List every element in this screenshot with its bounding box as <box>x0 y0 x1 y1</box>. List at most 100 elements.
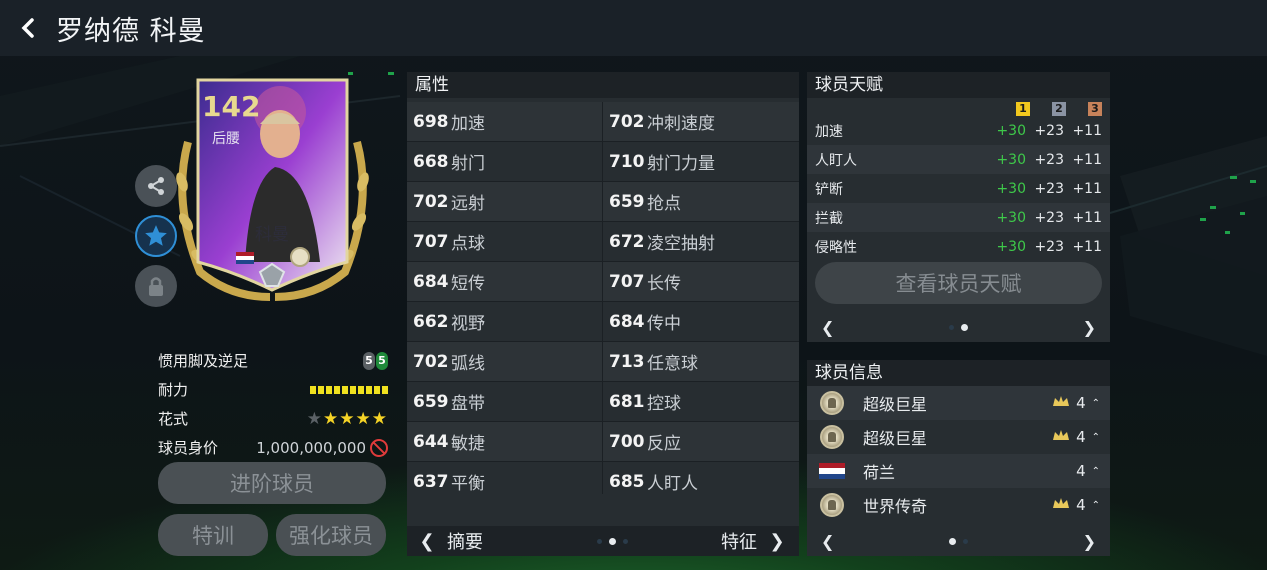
info-level: 4 ⌃ <box>1046 428 1100 446</box>
attribute-row: 637 平衡 685 人盯人 <box>407 462 799 494</box>
attribute-name: 平衡 <box>451 474 485 494</box>
stamina-label: 耐力 <box>158 381 189 399</box>
talent-row: 铲断 +30 +23 +11 <box>807 174 1110 203</box>
stamina-segment <box>366 385 372 394</box>
talent-bonus: +23 <box>1034 209 1064 226</box>
level-up-icon: ⌃ <box>1091 397 1100 409</box>
attribute-value: 659 <box>413 391 449 412</box>
talent-bonus: +23 <box>1034 122 1064 139</box>
attribute-name: 反应 <box>647 434 681 454</box>
weak-foot-badge: 5 5 <box>363 351 388 370</box>
info-row[interactable]: 超级巨星 4 ⌃ <box>807 420 1110 454</box>
talent-bonus: +11 <box>1072 151 1102 168</box>
attribute-cell: 684 短传 <box>407 262 603 301</box>
attribute-name: 弧线 <box>451 354 485 374</box>
attribute-value: 702 <box>413 191 449 212</box>
stamina-segment <box>382 385 388 394</box>
attribute-name: 敏捷 <box>451 434 485 454</box>
info-row[interactable]: 荷兰 4 ⌃ <box>807 454 1110 488</box>
page-dots <box>597 537 687 545</box>
attribute-value: 668 <box>413 151 449 172</box>
attribute-name: 点球 <box>451 234 485 254</box>
talent-name: 铲断 <box>815 181 843 198</box>
info-level: 4 ⌃ <box>1046 394 1100 412</box>
attribute-value: 713 <box>609 351 645 372</box>
netherlands-flag <box>817 463 847 479</box>
talent-row: 侵略性 +30 +23 +11 <box>807 232 1110 261</box>
info-prev-button[interactable]: ❮ <box>821 532 834 551</box>
attribute-row: 702 远射 659 抢点 <box>407 182 799 222</box>
next-page-button[interactable]: ❯ <box>757 531 797 552</box>
level-up-icon: ⌃ <box>1091 431 1100 443</box>
talent-name: 加速 <box>815 123 843 140</box>
attribute-value: 700 <box>609 431 645 452</box>
stamina-bar <box>310 385 388 394</box>
attribute-value: 702 <box>413 351 449 372</box>
attribute-row: 659 盘带 681 控球 <box>407 382 799 422</box>
attribute-row: 707 点球 672 凌空抽射 <box>407 222 799 262</box>
attribute-name: 控球 <box>647 394 681 414</box>
talent-bonus: +30 <box>996 238 1026 255</box>
attribute-name: 加速 <box>451 114 485 134</box>
skill-star-icon: ★ <box>355 408 372 429</box>
talent-prev-button[interactable]: ❮ <box>821 318 834 337</box>
attribute-cell: 659 抢点 <box>603 182 799 221</box>
special-training-button[interactable]: 特训 <box>158 514 268 556</box>
level-up-icon: ⌃ <box>1091 465 1100 477</box>
talent-name: 拦截 <box>815 210 843 227</box>
info-name: 世界传奇 <box>863 497 928 516</box>
favorite-button[interactable] <box>135 215 177 257</box>
player-stats: 惯用脚及逆足 5 5 耐力 花式 ★★★★★ 球员身价 1,000,000,00… <box>158 346 388 462</box>
skill-star-icon: ★ <box>323 408 340 429</box>
info-level: 4 ⌃ <box>1046 496 1100 514</box>
attribute-cell: 681 控球 <box>603 382 799 421</box>
enhance-player-button[interactable]: 强化球员 <box>276 514 386 556</box>
lock-icon <box>149 277 163 296</box>
view-talent-button[interactable]: 查看球员天赋 <box>815 262 1102 304</box>
attributes-grid[interactable]: 698 加速 702 冲刺速度 668 射门 710 射门力量 702 远射 659 抢点 707 点球 6… <box>407 102 799 494</box>
info-row[interactable]: 超级巨星 4 ⌃ <box>807 386 1110 420</box>
player-info-panel: 球员信息 超级巨星 4 ⌃ 超级巨星 4 ⌃ 荷兰 4 ⌃ 世界传奇 4 ⌃ ❮ ❯ <box>807 360 1110 556</box>
attribute-name: 任意球 <box>647 354 698 374</box>
info-name: 超级巨星 <box>863 395 928 414</box>
stamina-segment <box>334 385 340 394</box>
prev-page-button[interactable]: ❮ <box>407 531 447 552</box>
talent-row: 加速 +30 +23 +11 <box>807 116 1110 145</box>
attribute-row: 698 加速 702 冲刺速度 <box>407 102 799 142</box>
talent-bonus: +30 <box>996 151 1026 168</box>
info-pager: ❮ ❯ <box>807 526 1110 556</box>
attribute-name: 凌空抽射 <box>647 234 715 254</box>
talent-bonus: +23 <box>1034 151 1064 168</box>
advance-player-button[interactable]: 进阶球员 <box>158 462 386 504</box>
back-button[interactable] <box>0 0 56 56</box>
info-row[interactable]: 世界传奇 4 ⌃ <box>807 488 1110 522</box>
attribute-name: 射门 <box>451 154 485 174</box>
talent-next-button[interactable]: ❯ <box>1083 318 1096 337</box>
info-level-value: 4 <box>1076 496 1086 514</box>
attribute-cell: 707 点球 <box>407 222 603 261</box>
page-title: 罗纳德 科曼 <box>56 15 206 47</box>
icon-medal <box>817 425 847 449</box>
info-level: 4 ⌃ <box>1046 462 1100 480</box>
not-tradable-icon <box>370 438 388 457</box>
traits-tab[interactable]: 特征 <box>687 528 757 554</box>
attribute-row: 644 敏捷 700 反应 <box>407 422 799 462</box>
info-page-dots <box>949 537 968 545</box>
attribute-value: 698 <box>413 111 449 132</box>
share-button[interactable] <box>135 165 177 207</box>
talent-bonus: +11 <box>1072 122 1102 139</box>
attribute-cell: 702 冲刺速度 <box>603 102 799 141</box>
lock-button[interactable] <box>135 265 177 307</box>
stamina-segment <box>342 385 348 394</box>
info-name: 荷兰 <box>863 463 896 482</box>
summary-tab[interactable]: 摘要 <box>447 528 597 554</box>
attribute-name: 远射 <box>451 194 485 214</box>
talent-title: 球员天赋 <box>807 72 1110 98</box>
attribute-cell: 659 盘带 <box>407 382 603 421</box>
attribute-name: 短传 <box>451 274 485 294</box>
player-card[interactable]: 142 后腰 科曼 <box>170 72 375 302</box>
info-next-button[interactable]: ❯ <box>1083 532 1096 551</box>
attribute-cell: 713 任意球 <box>603 342 799 381</box>
card-position: 后腰 <box>212 131 240 147</box>
crown-icon <box>1052 394 1070 412</box>
